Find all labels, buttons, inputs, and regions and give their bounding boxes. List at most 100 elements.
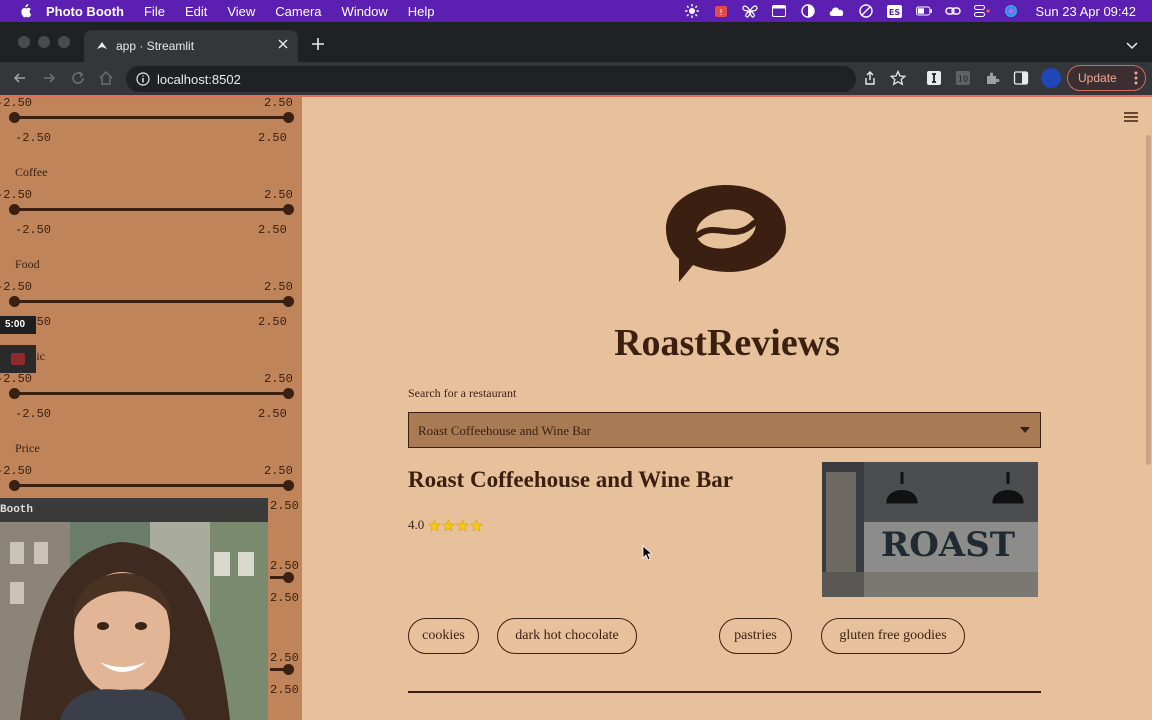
restaurant-select[interactable]: Roast Coffeehouse and Wine Bar bbox=[408, 412, 1041, 448]
slider-price-max: 2.50 bbox=[264, 464, 293, 478]
tab-search-chevron-icon[interactable] bbox=[1126, 40, 1138, 50]
menu-window[interactable]: Window bbox=[342, 4, 388, 19]
slider-hidden-high-2: 2.50 bbox=[270, 683, 299, 697]
brightness-icon[interactable] bbox=[684, 3, 700, 19]
site-info-icon[interactable] bbox=[136, 72, 150, 86]
slider-food-high-handle[interactable] bbox=[283, 296, 294, 307]
siri-icon[interactable] bbox=[1003, 3, 1019, 19]
slider-price-track[interactable] bbox=[14, 484, 288, 487]
slider-high-label: 2.50 bbox=[258, 131, 287, 145]
slider-max-value: 2.50 bbox=[264, 96, 293, 110]
cloud-icon[interactable] bbox=[829, 3, 845, 19]
slider-music-track[interactable] bbox=[14, 392, 288, 395]
restaurant-photo-image: ROAST bbox=[822, 462, 1038, 597]
rating-row: 4.0 bbox=[408, 517, 484, 533]
slider-food-low-handle[interactable] bbox=[9, 296, 20, 307]
slider-track[interactable] bbox=[14, 116, 288, 119]
slider-hidden-handle-2[interactable] bbox=[283, 664, 294, 675]
slider-coffee-max: 2.50 bbox=[264, 188, 293, 202]
zoom-window-button[interactable] bbox=[58, 36, 70, 48]
home-icon[interactable] bbox=[98, 70, 114, 86]
half-circle-icon[interactable] bbox=[800, 3, 816, 19]
stop-recording-button[interactable] bbox=[0, 345, 36, 373]
extension-i-icon[interactable] bbox=[926, 70, 942, 86]
slider-music-high-label: 2.50 bbox=[258, 407, 287, 421]
apple-logo-icon[interactable] bbox=[18, 4, 32, 18]
tag-chip[interactable]: cookies bbox=[408, 618, 479, 654]
window-controls[interactable] bbox=[18, 36, 70, 48]
browser-tab[interactable]: app · Streamlit bbox=[84, 30, 298, 62]
url-text[interactable]: localhost:8502 bbox=[157, 72, 241, 87]
slider-price-high-handle[interactable] bbox=[283, 480, 294, 491]
menubar-clock[interactable]: Sun 23 Apr 09:42 bbox=[1036, 4, 1136, 19]
extension-10-icon[interactable]: 10 bbox=[955, 70, 971, 86]
star-icon bbox=[470, 518, 484, 532]
reload-icon[interactable] bbox=[70, 70, 86, 86]
slider-food-high-label: 2.50 bbox=[258, 315, 287, 329]
tag-chip[interactable]: pastries bbox=[719, 618, 792, 654]
butterfly-icon[interactable] bbox=[741, 3, 758, 19]
brand-title: RoastReviews bbox=[614, 322, 840, 364]
menu-view[interactable]: View bbox=[227, 4, 255, 19]
window-icon[interactable] bbox=[771, 3, 787, 19]
link-icon[interactable] bbox=[944, 3, 961, 19]
minimize-window-button[interactable] bbox=[38, 36, 50, 48]
hamburger-menu-icon[interactable] bbox=[1124, 111, 1138, 123]
address-bar[interactable]: localhost:8502 bbox=[126, 66, 856, 92]
slider-coffee-low-handle[interactable] bbox=[9, 204, 20, 215]
macos-menubar: Photo Booth File Edit View Camera Window… bbox=[0, 0, 1152, 22]
slider-low-label: -2.50 bbox=[15, 131, 52, 145]
slider-food-track[interactable] bbox=[14, 300, 288, 303]
slider-min-value: -2.50 bbox=[0, 96, 33, 110]
menu-edit[interactable]: Edit bbox=[185, 4, 207, 19]
menu-help[interactable]: Help bbox=[408, 4, 435, 19]
slider-music-low-handle[interactable] bbox=[9, 388, 20, 399]
slider-high-handle[interactable] bbox=[283, 112, 294, 123]
menu-camera[interactable]: Camera bbox=[275, 4, 321, 19]
slider-hidden-handle[interactable] bbox=[283, 572, 294, 583]
kebab-menu-icon[interactable] bbox=[1134, 71, 1138, 85]
bookmark-star-icon[interactable] bbox=[890, 70, 906, 86]
puzzle-extensions-icon[interactable] bbox=[984, 70, 1000, 86]
back-arrow-icon[interactable] bbox=[12, 70, 28, 86]
close-tab-icon[interactable] bbox=[276, 37, 290, 51]
menu-app-name[interactable]: Photo Booth bbox=[46, 4, 124, 19]
timer-text: 5:00 bbox=[5, 319, 26, 330]
new-tab-icon[interactable] bbox=[310, 36, 326, 52]
browser-tab-strip: app · Streamlit bbox=[0, 22, 1152, 62]
tag-chip[interactable]: dark hot chocolate bbox=[497, 618, 637, 654]
profile-avatar[interactable] bbox=[1041, 68, 1061, 88]
browser-toolbar: localhost:8502 10 Update bbox=[0, 62, 1152, 95]
photo-booth-titlebar[interactable]: Booth bbox=[0, 498, 268, 522]
tag-chip[interactable]: gluten free goodies bbox=[821, 618, 965, 654]
slider-coffee-high-handle[interactable] bbox=[283, 204, 294, 215]
vpn-icon[interactable] bbox=[858, 3, 874, 19]
battery-icon[interactable] bbox=[915, 3, 932, 19]
star-icon bbox=[442, 518, 456, 532]
restaurant-name: Roast Coffeehouse and Wine Bar bbox=[408, 467, 733, 492]
svg-text:10: 10 bbox=[958, 75, 968, 84]
slider-music-high-handle[interactable] bbox=[283, 388, 294, 399]
forward-arrow-icon[interactable] bbox=[41, 70, 57, 86]
close-window-button[interactable] bbox=[18, 36, 30, 48]
sidebar-accent-line bbox=[0, 95, 302, 97]
slider-price-low-handle[interactable] bbox=[9, 480, 20, 491]
slider-coffee-low-label: -2.50 bbox=[15, 223, 52, 237]
dropdown-caret-icon[interactable] bbox=[1020, 427, 1030, 433]
menu-file[interactable]: File bbox=[144, 4, 165, 19]
update-button[interactable]: Update bbox=[1067, 65, 1146, 91]
side-panel-icon[interactable] bbox=[1013, 70, 1029, 86]
photo-booth-window[interactable]: Booth bbox=[0, 498, 268, 720]
main-accent-line bbox=[302, 95, 1152, 97]
slider-coffee-track[interactable] bbox=[14, 208, 288, 211]
input-source-icon[interactable]: ES bbox=[887, 3, 903, 19]
notification-badge-icon[interactable]: ! bbox=[713, 3, 729, 19]
vertical-scrollbar[interactable] bbox=[1146, 135, 1151, 465]
slider-music-low-label: -2.50 bbox=[15, 407, 52, 421]
slider-price-high-label: 2.50 bbox=[270, 499, 299, 513]
share-icon[interactable] bbox=[862, 70, 878, 86]
update-label: Update bbox=[1078, 71, 1117, 85]
section-divider bbox=[408, 691, 1041, 693]
control-center-icon[interactable] bbox=[973, 3, 990, 19]
slider-low-handle[interactable] bbox=[9, 112, 20, 123]
